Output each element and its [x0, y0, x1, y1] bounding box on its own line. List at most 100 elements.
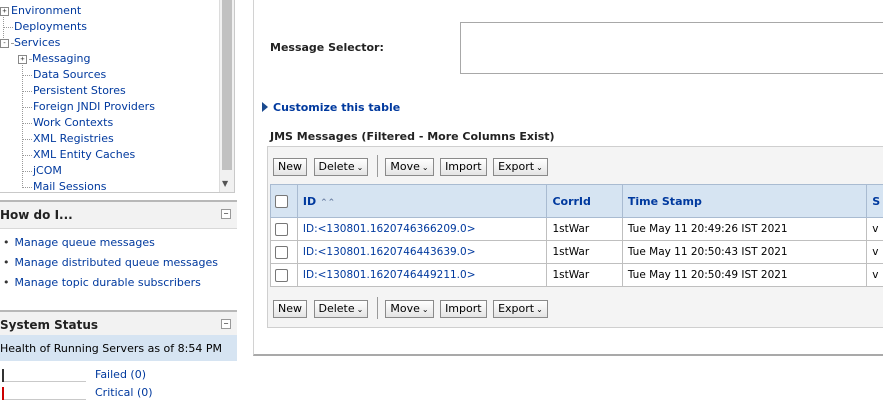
tree-item-work-contexts[interactable]: Work Contexts [22, 115, 113, 131]
status-tick [2, 369, 4, 382]
bullet-icon: • [3, 236, 10, 249]
status-failed-link[interactable]: Failed (0) [95, 368, 146, 381]
timestamp-cell: Tue May 11 20:49:26 IST 2021 [621, 217, 868, 241]
tree-connector [22, 122, 32, 124]
status-row-failed: Failed (0) [0, 367, 237, 383]
column-header-timestamp[interactable]: Time Stamp [621, 184, 868, 218]
new-button[interactable]: New [273, 300, 307, 318]
tree-item-label[interactable]: XML Registries [33, 132, 114, 145]
tree-item-label[interactable]: Mail Sessions [33, 180, 107, 192]
new-button[interactable]: New [273, 158, 307, 176]
export-button[interactable]: Export ⌄ [493, 158, 548, 176]
collapse-icon[interactable]: − [221, 319, 231, 329]
delete-button[interactable]: Delete ⌄ [313, 300, 369, 318]
messages-grid: ID ⌃⌃ CorrId Time Stamp S ID:<130801.1620… [270, 184, 883, 287]
tree-item-mail-sessions[interactable]: Mail Sessions [22, 179, 107, 192]
chevron-down-icon: ⌄ [356, 305, 364, 314]
column-header-label[interactable]: CorrId [552, 195, 590, 208]
tree-item-xml-registries[interactable]: XML Registries [22, 131, 114, 147]
button-label: Delete [318, 302, 355, 315]
tree-connector [22, 186, 32, 188]
column-header-label[interactable]: ID [303, 195, 316, 208]
table-title: JMS Messages (Filtered - More Columns Ex… [270, 130, 555, 143]
tree-connector [22, 90, 32, 92]
tree-item-environment[interactable]: + Environment [0, 3, 81, 19]
link-label[interactable]: Manage distributed queue messages [15, 256, 219, 269]
expand-triangle-icon[interactable] [262, 102, 268, 112]
move-button[interactable]: Move ⌄ [385, 300, 434, 318]
message-id-link[interactable]: ID:<130801.1620746443639.0> [296, 240, 548, 264]
next-cell: v [866, 217, 883, 241]
tree-item-label[interactable]: Data Sources [33, 68, 106, 81]
tree-item-label[interactable]: jCOM [33, 164, 62, 177]
chevron-down-icon: ⌄ [536, 305, 543, 314]
tree-item-label[interactable]: Deployments [14, 20, 87, 33]
column-header-id[interactable]: ID ⌃⌃ [296, 184, 548, 218]
status-critical-link[interactable]: Critical (0) [95, 386, 153, 399]
tree-item-foreign-jndi-providers[interactable]: Foreign JNDI Providers [22, 99, 155, 115]
column-header-corrid[interactable]: CorrId [546, 184, 623, 218]
column-header-next[interactable]: S [866, 184, 883, 218]
tree-scrollbar[interactable]: ▼ [219, 0, 234, 192]
expand-icon[interactable]: + [18, 54, 27, 64]
customize-table-label[interactable]: Customize this table [273, 101, 400, 114]
bottom-toolbar: New Delete ⌄ Move ⌄ Import Export ⌄ [273, 297, 551, 320]
import-button[interactable]: Import [440, 158, 487, 176]
row-checkbox[interactable] [275, 222, 288, 236]
top-toolbar: New Delete ⌄ Move ⌄ Import Export ⌄ [273, 155, 551, 178]
import-button[interactable]: Import [440, 300, 487, 318]
column-header-label[interactable]: S [872, 195, 880, 208]
link-label[interactable]: Manage queue messages [15, 236, 155, 249]
tree-item-label[interactable]: Environment [11, 4, 81, 17]
table-header-row: ID ⌃⌃ CorrId Time Stamp S [270, 184, 883, 218]
tree-item-xml-entity-caches[interactable]: XML Entity Caches [22, 147, 135, 163]
select-all-header [270, 184, 298, 218]
move-button[interactable]: Move ⌄ [385, 158, 434, 176]
corrid-cell: 1stWar [546, 217, 623, 241]
tree-item-persistent-stores[interactable]: Persistent Stores [22, 83, 126, 99]
toolbar-separator [376, 155, 378, 177]
message-selector-label: Message Selector: [270, 41, 384, 54]
row-checkbox[interactable] [275, 268, 288, 282]
message-id-link[interactable]: ID:<130801.1620746366209.0> [296, 217, 548, 241]
tree-item-label[interactable]: Messaging [32, 52, 90, 65]
timestamp-cell: Tue May 11 20:50:43 IST 2021 [621, 240, 868, 264]
delete-button[interactable]: Delete ⌄ [313, 158, 369, 176]
tree-item-label[interactable]: Foreign JNDI Providers [33, 100, 155, 113]
main-content: Message Selector: Customize this table J… [253, 0, 883, 356]
scrollbar-thumb[interactable] [222, 0, 232, 170]
link-label[interactable]: Manage topic durable subscribers [15, 276, 201, 289]
message-id-link[interactable]: ID:<130801.1620746449211.0> [296, 263, 548, 287]
message-selector-input[interactable] [460, 22, 883, 74]
chevron-down-icon: ⌄ [536, 163, 543, 172]
tree-item-messaging[interactable]: + Messaging [18, 51, 90, 67]
tree-item-label[interactable]: Services [14, 36, 60, 49]
row-checkbox[interactable] [275, 245, 288, 259]
howdo-link-manage-distributed-queue-messages[interactable]: • Manage distributed queue messages [3, 256, 218, 269]
howdo-link-manage-topic-durable-subscribers[interactable]: • Manage topic durable subscribers [3, 276, 201, 289]
button-label: Move [390, 160, 420, 173]
expand-icon[interactable]: + [0, 6, 9, 16]
tree-item-label[interactable]: Work Contexts [33, 116, 113, 129]
tree-item-label[interactable]: XML Entity Caches [33, 148, 135, 161]
button-label: Move [390, 302, 420, 315]
export-button[interactable]: Export ⌄ [493, 300, 548, 318]
toolbar-separator [376, 297, 378, 319]
left-column: + Environment Deployments - Services + Mess… [0, 0, 237, 405]
tree-item-deployments[interactable]: Deployments [3, 19, 87, 35]
tree-item-jcom[interactable]: jCOM [22, 163, 62, 179]
tree-item-data-sources[interactable]: Data Sources [22, 67, 106, 83]
customize-table-toggle[interactable]: Customize this table [262, 101, 400, 114]
collapse-icon[interactable]: - [0, 38, 9, 48]
select-all-checkbox[interactable] [275, 194, 288, 208]
collapse-icon[interactable]: − [221, 209, 231, 219]
tree-item-services[interactable]: - Services [0, 35, 60, 51]
tree-item-label[interactable]: Persistent Stores [33, 84, 126, 97]
howdo-link-manage-queue-messages[interactable]: • Manage queue messages [3, 236, 155, 249]
status-meter [2, 387, 86, 400]
row-select-cell [270, 240, 298, 264]
column-header-label[interactable]: Time Stamp [628, 195, 702, 208]
scroll-down-arrow-icon[interactable]: ▼ [222, 179, 228, 188]
sort-icon[interactable]: ⌃⌃ [320, 198, 335, 208]
status-meter [2, 369, 86, 382]
